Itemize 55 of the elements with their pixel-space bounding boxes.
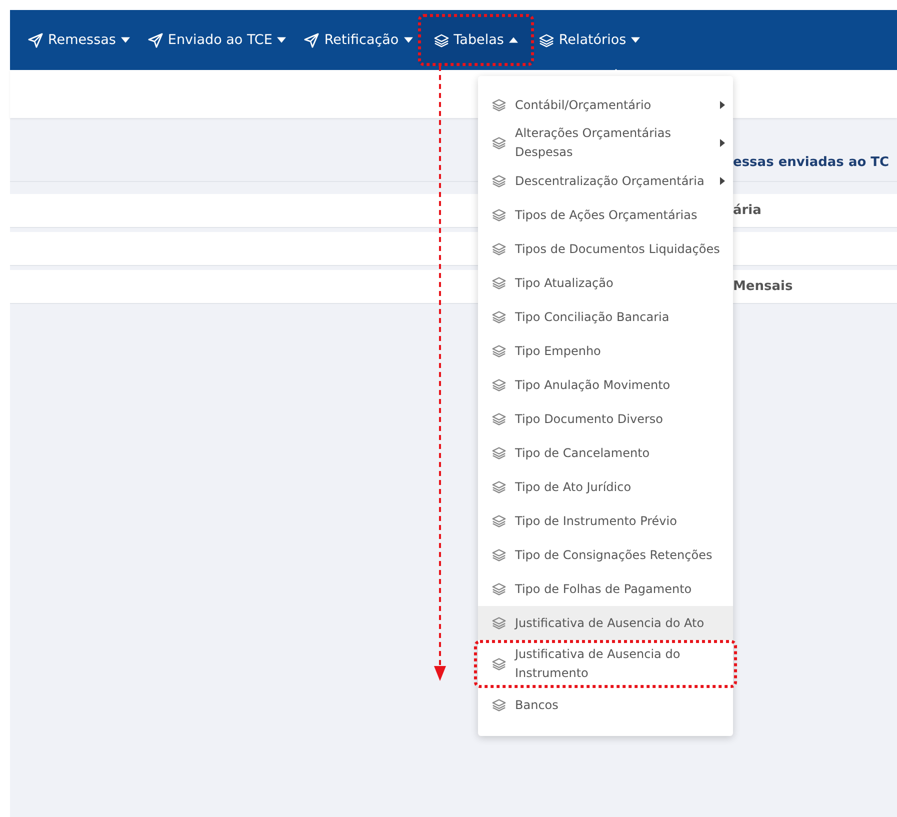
- caret-icon: [404, 37, 413, 43]
- nav-menu-button[interactable]: Enviado ao TCE: [140, 24, 294, 56]
- menu-item[interactable]: Tipo de Instrumento Prévio: [478, 504, 733, 538]
- menu-item[interactable]: Tipos de Documentos Liquidações: [478, 232, 733, 266]
- menu-item[interactable]: Tipo de Folhas de Pagamento: [478, 572, 733, 606]
- layers-icon: [492, 344, 506, 358]
- nav-menu-button[interactable]: Remessas: [20, 24, 138, 56]
- layers-icon: [492, 582, 506, 596]
- layers-icon: [492, 310, 506, 324]
- row-label: Mensais: [733, 279, 793, 294]
- layers-icon: [492, 657, 506, 671]
- layers-icon: [492, 446, 506, 460]
- menu-item[interactable]: Bancos: [478, 688, 733, 722]
- submenu-caret-icon: [720, 177, 725, 185]
- layers-icon: [492, 208, 506, 222]
- menu-item[interactable]: Tipos de Ações Orçamentárias: [478, 198, 733, 232]
- send-icon: [304, 32, 320, 48]
- menu-item[interactable]: Justificativa de Ausencia do Instrumento: [474, 640, 737, 688]
- menu-item[interactable]: Tipo de Cancelamento: [478, 436, 733, 470]
- layers-icon: [492, 378, 506, 392]
- caret-icon: [508, 37, 518, 43]
- menu-item[interactable]: Tipo Anulação Movimento: [478, 368, 733, 402]
- submenu-caret-icon: [720, 139, 725, 147]
- menu-item[interactable]: Tipo Documento Diverso: [478, 402, 733, 436]
- caret-icon: [631, 37, 640, 43]
- send-icon: [148, 32, 163, 48]
- menu-item[interactable]: Tipo Conciliação Bancaria: [478, 300, 733, 334]
- layers-icon: [492, 616, 506, 630]
- layers-icon: [492, 698, 506, 712]
- section-heading: essas enviadas ao TC: [733, 155, 890, 170]
- layers-icon: [492, 136, 506, 150]
- layers-icon: [538, 32, 554, 48]
- menu-item[interactable]: Descentralização Orçamentária: [478, 164, 733, 198]
- menu-item[interactable]: Alterações Orçamentárias Despesas: [478, 122, 733, 164]
- menu-item[interactable]: Tipo de Ato Jurídico: [478, 470, 733, 504]
- layers-icon: [492, 98, 506, 112]
- submenu-caret-icon: [720, 101, 725, 109]
- caret-icon: [277, 37, 286, 43]
- layers-icon: [434, 32, 449, 48]
- menu-item[interactable]: Tipo de Consignações Retenções: [478, 538, 733, 572]
- menu-item[interactable]: Tipo Atualização: [478, 266, 733, 300]
- row-label: ária: [733, 203, 762, 218]
- menu-item[interactable]: Tipo Empenho: [478, 334, 733, 368]
- layers-icon: [492, 514, 506, 528]
- layers-icon: [492, 242, 506, 256]
- menu-item[interactable]: Contábil/Orçamentário: [478, 88, 733, 122]
- layers-icon: [492, 480, 506, 494]
- nav-menu-button[interactable]: Tabelas: [418, 14, 534, 66]
- layers-icon: [492, 276, 506, 290]
- caret-icon: [120, 37, 130, 43]
- layers-icon: [492, 548, 506, 562]
- send-icon: [28, 32, 43, 48]
- menu-item[interactable]: Justificativa de Ausencia do Ato: [478, 606, 733, 640]
- layers-icon: [492, 412, 506, 426]
- layers-icon: [492, 174, 506, 188]
